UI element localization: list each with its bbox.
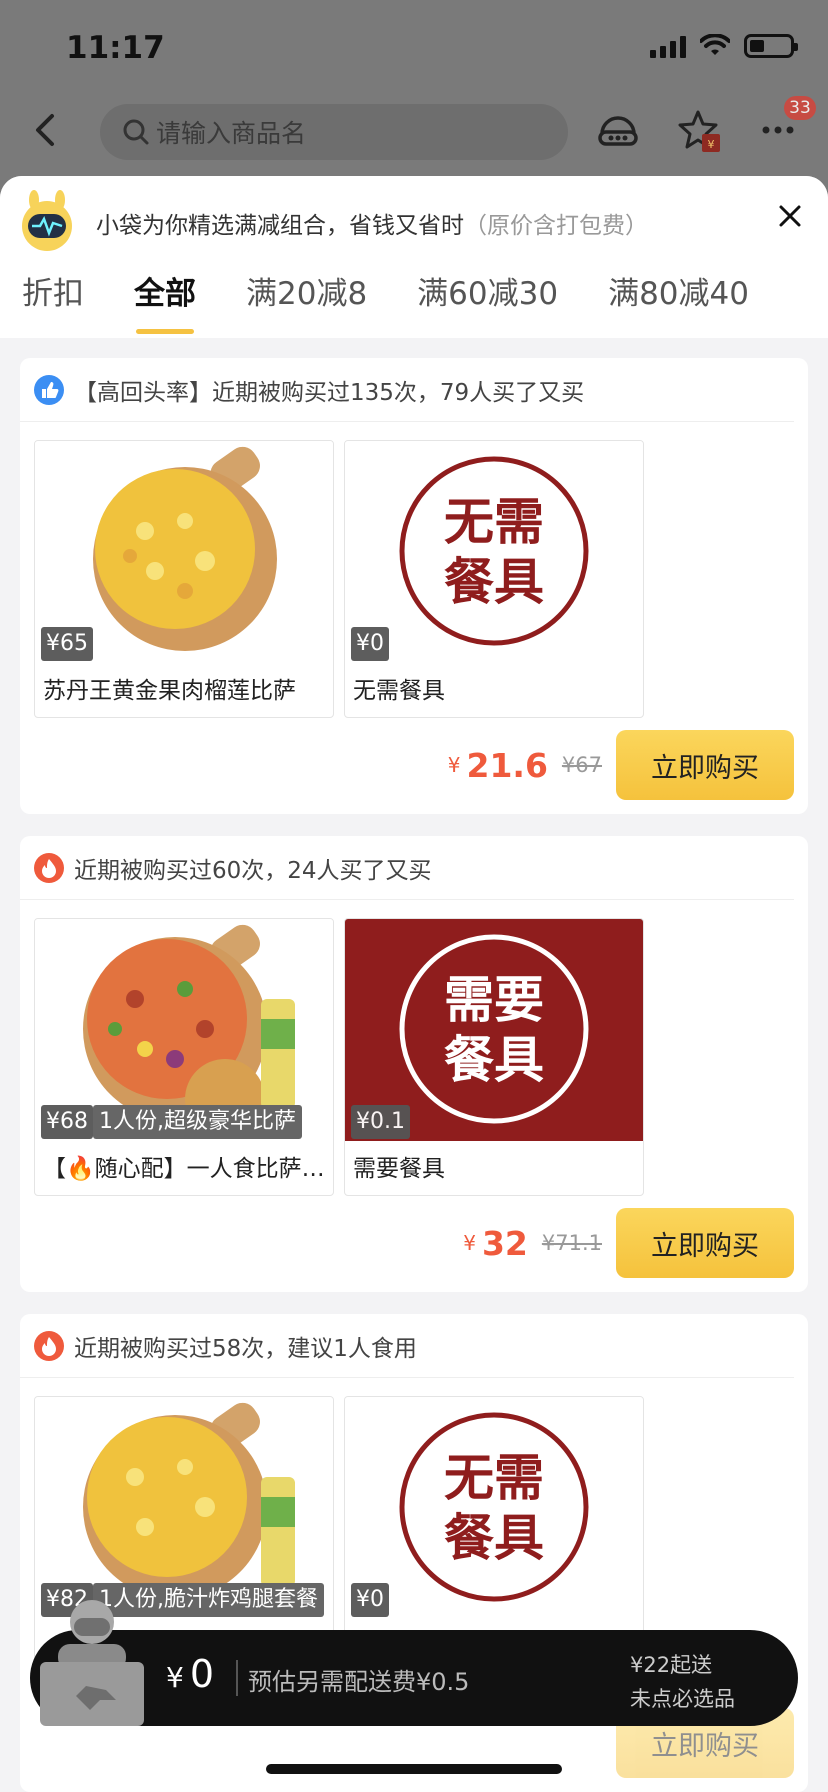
tab-60-minus-30[interactable]: 满60减30 — [417, 268, 558, 334]
item-price-tag: ¥0 — [351, 627, 389, 661]
flame-icon — [34, 1330, 64, 1361]
combo-card: 近期被购买过60次，24人买了又买 ¥68 1人份,超级豪华比萨 【🔥随心配】一… — [20, 836, 808, 1292]
item-price-tag: ¥0 — [351, 1583, 389, 1617]
cart-total: ¥0 — [166, 1652, 214, 1696]
combo-header-text: 近期被购买过58次，建议1人食用 — [74, 1335, 417, 1362]
sticker-line-2: 餐具 — [444, 1031, 544, 1089]
tab-bar: 折扣 全部 满20减8 满60减30 满80减40 — [0, 268, 828, 334]
combo-price-row: ¥ 32 ¥71.1 立即购买 — [463, 1208, 794, 1278]
delivery-fee-note: 预估另需配送费¥0.5 — [248, 1668, 470, 1696]
top-bar: 请输入商品名 ¥ — [0, 96, 828, 176]
thumbs-up-icon — [34, 374, 64, 405]
product-item[interactable]: ¥68 1人份,超级豪华比萨 【🔥随心配】一人食比萨套餐 — [34, 918, 334, 1196]
tab-20-minus-8[interactable]: 满20减8 — [246, 268, 367, 334]
svg-text:¥: ¥ — [708, 138, 715, 151]
tab-all[interactable]: 全部 — [134, 268, 196, 334]
sticker-line-1: 需要 — [444, 971, 544, 1029]
combo-header-text: 近期被购买过60次，24人买了又买 — [74, 857, 432, 884]
buy-now-button[interactable]: 立即购买 — [616, 1208, 794, 1278]
required-item-note: 未点必选品 — [630, 1687, 735, 1711]
item-desc-tag: 1人份,超级豪华比萨 — [93, 1105, 302, 1139]
currency-symbol: ¥ — [463, 1231, 476, 1255]
combo-price: 21.6 — [466, 745, 548, 785]
item-name: 苏丹王黄金果肉榴莲比萨 — [43, 678, 296, 704]
tab-80-minus-40[interactable]: 满80减40 — [608, 268, 749, 334]
buy-now-button[interactable]: 立即购买 — [616, 730, 794, 800]
back-icon[interactable] — [26, 110, 66, 150]
product-image: 无需 餐具 — [345, 1397, 643, 1619]
flame-icon — [34, 852, 64, 883]
combo-price: 32 — [481, 1223, 528, 1263]
combo-header: 【高回头率】近期被购买过135次，79人买了又买 — [20, 358, 794, 422]
customer-service-icon[interactable] — [596, 108, 640, 152]
status-bar: 11:17 — [0, 0, 828, 96]
signal-icon — [650, 34, 686, 58]
item-name: 无需餐具 — [353, 678, 445, 704]
item-price-tag: ¥68 — [41, 1105, 93, 1139]
item-price-tag: ¥0.1 — [351, 1105, 410, 1139]
product-item[interactable]: 无需 餐具 ¥0 无需餐具 — [344, 440, 644, 718]
favorite-star-icon[interactable]: ¥ — [676, 108, 720, 152]
sheet-header: 小袋为你精选满减组合，省钱又省时（原价含打包费） 折扣 全部 满20减8 满60… — [0, 176, 828, 338]
battery-icon — [744, 34, 798, 58]
min-order-text: ¥22起送 — [630, 1653, 713, 1677]
combo-price-row: ¥ 21.6 ¥67 立即购买 — [448, 730, 794, 800]
item-name: 需要餐具 — [353, 1156, 445, 1182]
combo-header: 近期被购买过60次，24人买了又买 — [20, 836, 794, 900]
combo-header: 近期被购买过58次，建议1人食用 — [20, 1314, 794, 1378]
product-item[interactable]: ¥65 苏丹王黄金果肉榴莲比萨 — [34, 440, 334, 718]
home-indicator — [266, 1764, 562, 1774]
search-icon — [123, 119, 149, 145]
intro-note: （原价含打包费） — [464, 213, 648, 239]
search-input[interactable]: 请输入商品名 — [100, 104, 568, 160]
sticker-line-1: 无需 — [444, 1449, 544, 1507]
notification-badge: 33 — [784, 96, 816, 120]
status-icons — [650, 34, 798, 58]
product-item[interactable]: 需要 餐具 ¥0.1 需要餐具 — [344, 918, 644, 1196]
delivery-rider-icon — [40, 1600, 144, 1726]
intro-text: 小袋为你精选满减组合，省钱又省时（原价含打包费） — [96, 206, 648, 240]
currency-symbol: ¥ — [447, 753, 461, 777]
search-placeholder: 请输入商品名 — [156, 119, 307, 148]
robot-mascot-icon — [22, 190, 72, 251]
cart-divider — [236, 1660, 238, 1696]
tab-discount[interactable]: 折扣 — [22, 268, 84, 334]
item-price-tag: ¥65 — [41, 627, 93, 661]
wifi-icon — [700, 34, 730, 55]
original-price: ¥67 — [561, 753, 602, 777]
cart-currency: ¥ — [166, 1661, 184, 1694]
combo-sheet: 小袋为你精选满减组合，省钱又省时（原价含打包费） 折扣 全部 满20减8 满60… — [0, 176, 828, 1792]
combo-header-text: 【高回头率】近期被购买过135次，79人买了又买 — [74, 379, 585, 406]
combo-card: 【高回头率】近期被购买过135次，79人买了又买 ¥65 苏丹王黄金果肉榴莲比萨 — [20, 358, 808, 814]
original-price: ¥71.1 — [541, 1231, 602, 1255]
product-image: 无需 餐具 — [345, 441, 643, 663]
item-name: 【🔥随心配】一人食比萨套餐 — [43, 1156, 327, 1182]
intro-main: 小袋为你精选满减组合，省钱又省时 — [96, 213, 464, 239]
close-icon[interactable] — [778, 204, 802, 228]
status-time: 11:17 — [66, 30, 165, 66]
sticker-line-2: 餐具 — [444, 553, 544, 611]
sticker-line-2: 餐具 — [444, 1509, 544, 1567]
cart-min-order: ¥22起送 未点必选品 — [630, 1648, 735, 1716]
sticker-line-1: 无需 — [444, 493, 544, 551]
cart-total-value: 0 — [189, 1652, 215, 1696]
